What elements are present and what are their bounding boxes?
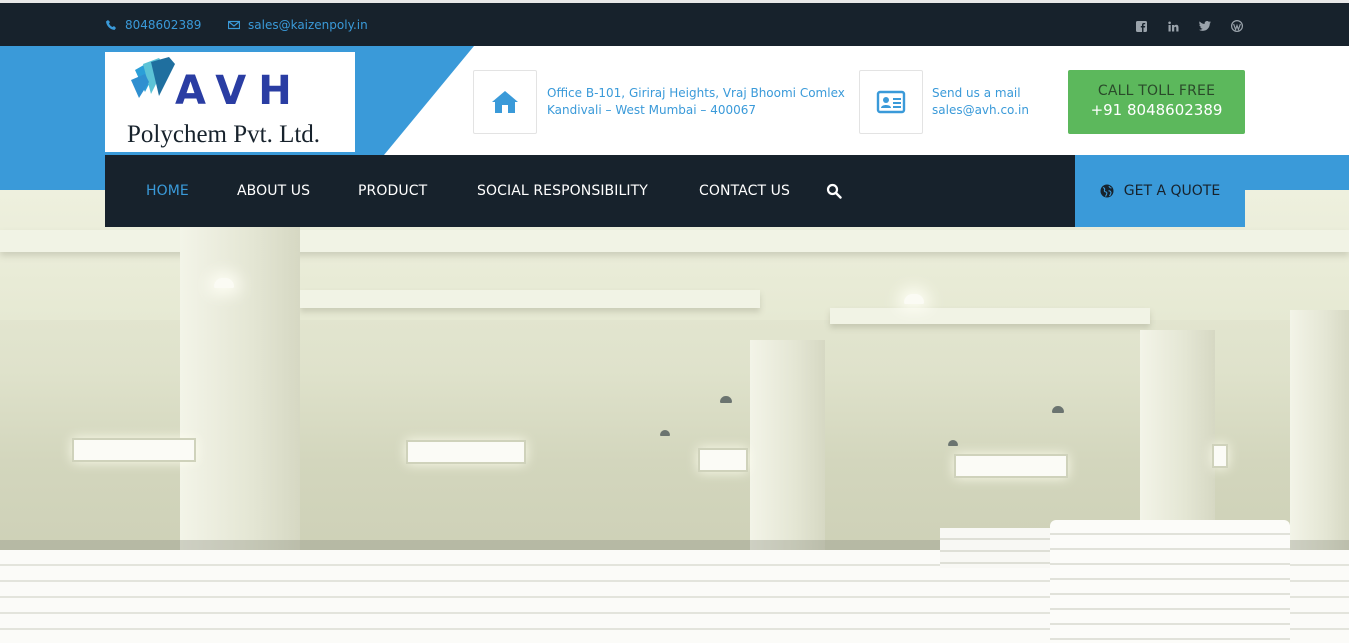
home-icon <box>492 91 518 113</box>
top-email[interactable]: sales@kaizenpoly.in <box>228 18 368 32</box>
site-logo[interactable]: AVH Polychem Pvt. Ltd. <box>105 52 355 152</box>
logo-mark-text: AVH <box>175 68 304 114</box>
top-phone[interactable]: 8048602389 <box>105 18 201 32</box>
globe-icon <box>1100 184 1114 198</box>
mail-text: Send us a mail sales@avh.co.in <box>932 85 1029 119</box>
top-bar: 8048602389 sales@kaizenpoly.in <box>0 0 1349 46</box>
get-a-quote-button[interactable]: GET A QUOTE <box>1075 155 1245 227</box>
avh-logo-icon: AVH Polychem Pvt. Ltd. <box>127 57 320 148</box>
nav-home[interactable]: HOME <box>146 183 189 199</box>
main-nav: HOME ABOUT US PRODUCT SOCIAL RESPONSIBIL… <box>105 155 1075 227</box>
hero-warehouse-image <box>0 190 1349 643</box>
logo-company-text: Polychem Pvt. Ltd. <box>127 121 320 148</box>
linkedin-icon[interactable] <box>1165 19 1181 33</box>
wordpress-icon[interactable] <box>1229 19 1245 33</box>
mail-line-2[interactable]: sales@avh.co.in <box>932 102 1029 119</box>
address-line-2: Kandivali – West Mumbai – 400067 <box>547 103 757 117</box>
mail-icon-box <box>859 70 923 134</box>
top-email-text: sales@kaizenpoly.in <box>248 18 368 32</box>
call-number: +91 8048602389 <box>1090 101 1223 119</box>
address-text: Office B-101, Giriraj Heights, Vraj Bhoo… <box>547 85 845 119</box>
twitter-icon[interactable] <box>1197 19 1213 33</box>
envelope-icon <box>228 20 240 30</box>
call-title: CALL TOLL FREE <box>1097 83 1216 99</box>
phone-icon <box>106 20 116 30</box>
search-icon[interactable] <box>826 183 842 199</box>
mail-line-1: Send us a mail <box>932 86 1021 100</box>
facebook-icon[interactable] <box>1133 19 1149 33</box>
address-line-1: Office B-101, Giriraj Heights, Vraj Bhoo… <box>547 86 845 100</box>
nav-product[interactable]: PRODUCT <box>358 183 427 199</box>
nav-social-responsibility[interactable]: SOCIAL RESPONSIBILITY <box>477 183 648 199</box>
contact-card-icon <box>876 90 906 114</box>
get-a-quote-label: GET A QUOTE <box>1123 183 1221 199</box>
nav-about-us[interactable]: ABOUT US <box>237 183 310 199</box>
nav-contact-us[interactable]: CONTACT US <box>699 183 790 199</box>
social-links <box>1133 19 1245 33</box>
call-toll-free-button[interactable]: CALL TOLL FREE +91 8048602389 <box>1068 70 1245 134</box>
address-icon-box <box>473 70 537 134</box>
top-phone-text: 8048602389 <box>125 18 202 32</box>
